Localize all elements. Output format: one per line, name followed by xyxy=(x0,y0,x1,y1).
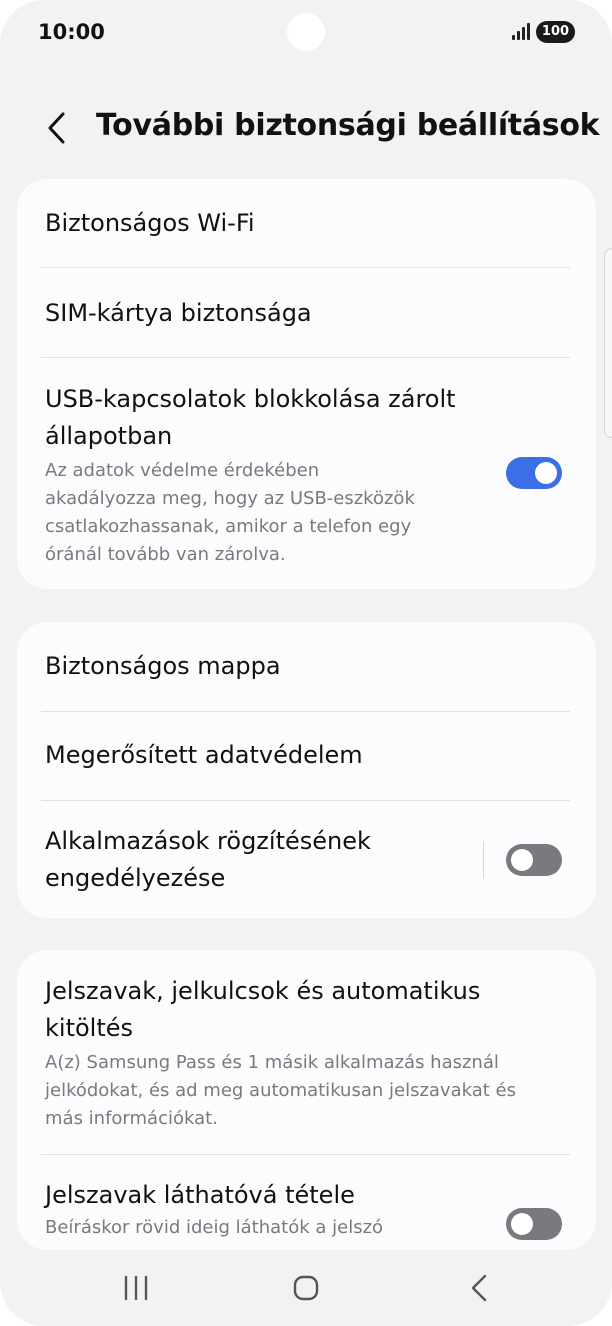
item-title: Jelszavak láthatóvá tétele xyxy=(45,1181,355,1209)
front-camera xyxy=(287,13,325,51)
signal-icon xyxy=(512,22,532,40)
navigation-bar xyxy=(0,1250,612,1326)
settings-card-3: Jelszavak, jelkulcsok és automatikus kit… xyxy=(17,950,596,1250)
list-item-show-passwords[interactable]: Jelszavak láthatóvá tétele Beíráskor röv… xyxy=(45,1177,486,1242)
home-icon xyxy=(293,1275,319,1301)
divider xyxy=(41,800,570,801)
phone-screen: 10:00 100 További biztonsági beállítások… xyxy=(0,0,612,1326)
settings-card-1: Biztonságos Wi-Fi SIM-kártya biztonsága … xyxy=(17,179,596,589)
page-header: További biztonsági beállítások xyxy=(0,98,612,158)
list-item-enhanced-privacy[interactable]: Megerősített adatvédelem xyxy=(45,737,568,774)
recents-button[interactable] xyxy=(116,1268,156,1308)
item-title-line: kitöltés xyxy=(45,1014,134,1042)
list-item-secure-wifi[interactable]: Biztonságos Wi-Fi xyxy=(45,205,568,242)
scroll-handle[interactable] xyxy=(604,248,612,438)
status-time: 10:00 xyxy=(38,20,105,44)
item-subtitle: Beíráskor rövid ideig láthatók a jelszó xyxy=(45,1214,486,1242)
item-title: Megerősített adatvédelem xyxy=(45,741,363,769)
item-title-line: állapotban xyxy=(45,422,173,450)
list-item-sim-security[interactable]: SIM-kártya biztonsága xyxy=(45,295,568,332)
item-title-line: USB-kapcsolatok blokkolása zárolt xyxy=(45,385,456,413)
chevron-left-icon xyxy=(48,112,65,144)
show-passwords-toggle[interactable] xyxy=(506,1208,562,1240)
usb-block-toggle[interactable] xyxy=(506,457,562,489)
item-title-line: Alkalmazások rögzítésének xyxy=(45,827,371,855)
subtitle-line: csatlakozhassanak, amikor a telefon egy xyxy=(45,516,412,537)
divider xyxy=(41,711,570,712)
toggle-knob xyxy=(535,462,557,484)
nav-back-button[interactable] xyxy=(460,1268,500,1308)
item-title-line: Jelszavak, jelkulcsok és automatikus xyxy=(45,977,481,1005)
item-title: SIM-kártya biztonsága xyxy=(45,299,312,327)
toggle-knob xyxy=(511,849,533,871)
toggle-separator xyxy=(483,842,484,878)
toggle-knob xyxy=(511,1213,533,1235)
subtitle-line: Beíráskor rövid ideig láthatók a jelszó xyxy=(45,1217,384,1238)
item-subtitle: A(z) Samsung Pass és 1 másik alkalmazás … xyxy=(45,1049,568,1133)
subtitle-line: más információkat. xyxy=(45,1108,218,1129)
page-title: További biztonsági beállítások xyxy=(96,108,600,143)
subtitle-line: A(z) Samsung Pass és 1 másik alkalmazás … xyxy=(45,1052,499,1073)
list-item-app-pinning[interactable]: Alkalmazások rögzítésének engedélyezése xyxy=(45,823,486,897)
app-pinning-toggle[interactable] xyxy=(506,844,562,876)
item-subtitle: Az adatok védelme érdekében akadályozza … xyxy=(45,457,486,569)
subtitle-line: óránál tovább van zárolva. xyxy=(45,544,286,565)
subtitle-line: Az adatok védelme érdekében xyxy=(45,460,320,481)
nav-back-icon xyxy=(471,1274,487,1302)
subtitle-line: jelkódokat, és ad meg automatikusan jels… xyxy=(45,1080,516,1101)
settings-card-2: Biztonságos mappa Megerősített adatvédel… xyxy=(17,622,596,918)
recents-icon xyxy=(124,1275,148,1301)
status-bar: 10:00 100 xyxy=(0,0,612,64)
subtitle-line: akadályozza meg, hogy az USB-eszközök xyxy=(45,488,415,509)
item-title: Biztonságos mappa xyxy=(45,652,281,680)
divider xyxy=(41,267,570,268)
list-item-secure-folder[interactable]: Biztonságos mappa xyxy=(45,648,568,685)
item-title: Biztonságos Wi-Fi xyxy=(45,209,255,237)
home-button[interactable] xyxy=(286,1268,326,1308)
item-title-line: engedélyezése xyxy=(45,864,226,892)
list-item-passwords-autofill[interactable]: Jelszavak, jelkulcsok és automatikus kit… xyxy=(45,973,568,1133)
back-button[interactable] xyxy=(36,106,80,150)
divider xyxy=(41,1154,570,1155)
list-item-usb-block[interactable]: USB-kapcsolatok blokkolása zárolt állapo… xyxy=(45,381,486,569)
divider xyxy=(41,357,570,358)
battery-icon: 100 xyxy=(536,21,575,43)
